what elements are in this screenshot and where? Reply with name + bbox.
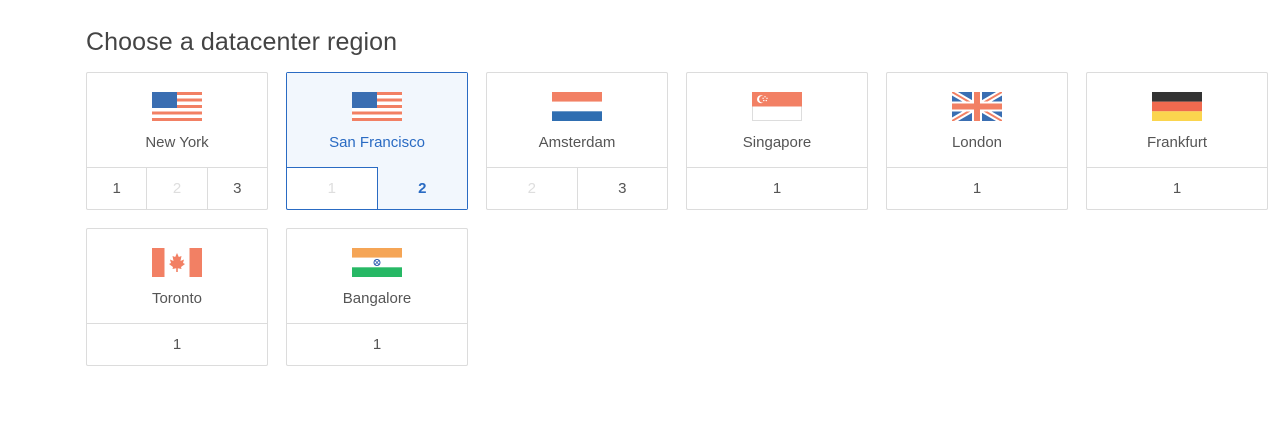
datacenter-options: 1 2 — [287, 167, 467, 209]
region-city-name: Frankfurt — [1146, 134, 1207, 151]
datacenter-options: 1 2 3 — [87, 167, 267, 209]
region-city-name: Bangalore — [342, 290, 412, 307]
datacenter-options: 1 — [887, 167, 1067, 209]
datacenter-option-3[interactable]: 3 — [206, 167, 267, 209]
region-card-header[interactable]: Bangalore — [287, 229, 467, 324]
region-card-bangalore[interactable]: Bangalore 1 — [286, 228, 468, 366]
datacenter-option-3[interactable]: 3 — [576, 167, 668, 209]
region-city-name: Amsterdam — [538, 134, 616, 151]
region-card-london[interactable]: London 1 — [886, 72, 1068, 210]
datacenter-option-1[interactable]: 1 — [287, 323, 467, 365]
region-card-frankfurt[interactable]: Frankfurt 1 — [1086, 72, 1268, 210]
region-city-name: Toronto — [151, 290, 203, 307]
datacenter-option-1[interactable]: 1 — [687, 167, 867, 209]
datacenter-option-1[interactable]: 1 — [87, 167, 146, 209]
region-city-name: New York — [145, 134, 209, 151]
datacenter-option-1[interactable]: 1 — [1087, 167, 1267, 209]
datacenter-options: 1 — [287, 323, 467, 365]
region-city-name: Singapore — [742, 134, 812, 151]
germany-flag-icon — [1152, 92, 1202, 121]
canada-flag-icon — [152, 248, 202, 277]
usa-flag-icon — [152, 92, 202, 121]
datacenter-options: 1 — [87, 323, 267, 365]
datacenter-options: 2 3 — [487, 167, 667, 209]
region-card-header[interactable]: Toronto — [87, 229, 267, 324]
region-card-toronto[interactable]: Toronto 1 — [86, 228, 268, 366]
india-flag-icon — [352, 248, 402, 277]
uk-flag-icon — [952, 92, 1002, 121]
datacenter-option-1: 1 — [327, 179, 336, 197]
region-card-amsterdam[interactable]: Amsterdam 2 3 — [486, 72, 668, 210]
region-grid: New York 1 2 3 San Francisco 1 2 Amsterd… — [86, 72, 1268, 372]
region-card-header[interactable]: Frankfurt — [1087, 73, 1267, 168]
region-card-singapore[interactable]: Singapore 1 — [686, 72, 868, 210]
singapore-flag-icon — [752, 92, 802, 121]
region-card-header[interactable]: London — [887, 73, 1067, 168]
region-card-new-york[interactable]: New York 1 2 3 — [86, 72, 268, 210]
region-card-header[interactable]: Singapore — [687, 73, 867, 168]
netherlands-flag-icon — [552, 92, 602, 121]
datacenter-option-1[interactable]: 1 — [87, 323, 267, 365]
region-card-header[interactable]: San Francisco — [287, 73, 467, 168]
usa-flag-icon — [352, 92, 402, 121]
datacenter-option-2: 2 — [146, 167, 206, 209]
datacenter-option-2: 2 — [527, 179, 536, 197]
region-card-san-francisco[interactable]: San Francisco 1 2 — [286, 72, 468, 210]
datacenter-options: 1 — [687, 167, 867, 209]
region-card-header[interactable]: New York — [87, 73, 267, 168]
region-city-name: London — [951, 134, 1003, 151]
region-city-name: San Francisco — [329, 134, 425, 151]
page-title: Choose a datacenter region — [86, 28, 398, 56]
datacenter-option-1[interactable]: 1 — [887, 167, 1067, 209]
datacenter-option-2[interactable]: 2 — [376, 167, 467, 209]
region-card-header[interactable]: Amsterdam — [487, 73, 667, 168]
datacenter-options: 1 — [1087, 167, 1267, 209]
